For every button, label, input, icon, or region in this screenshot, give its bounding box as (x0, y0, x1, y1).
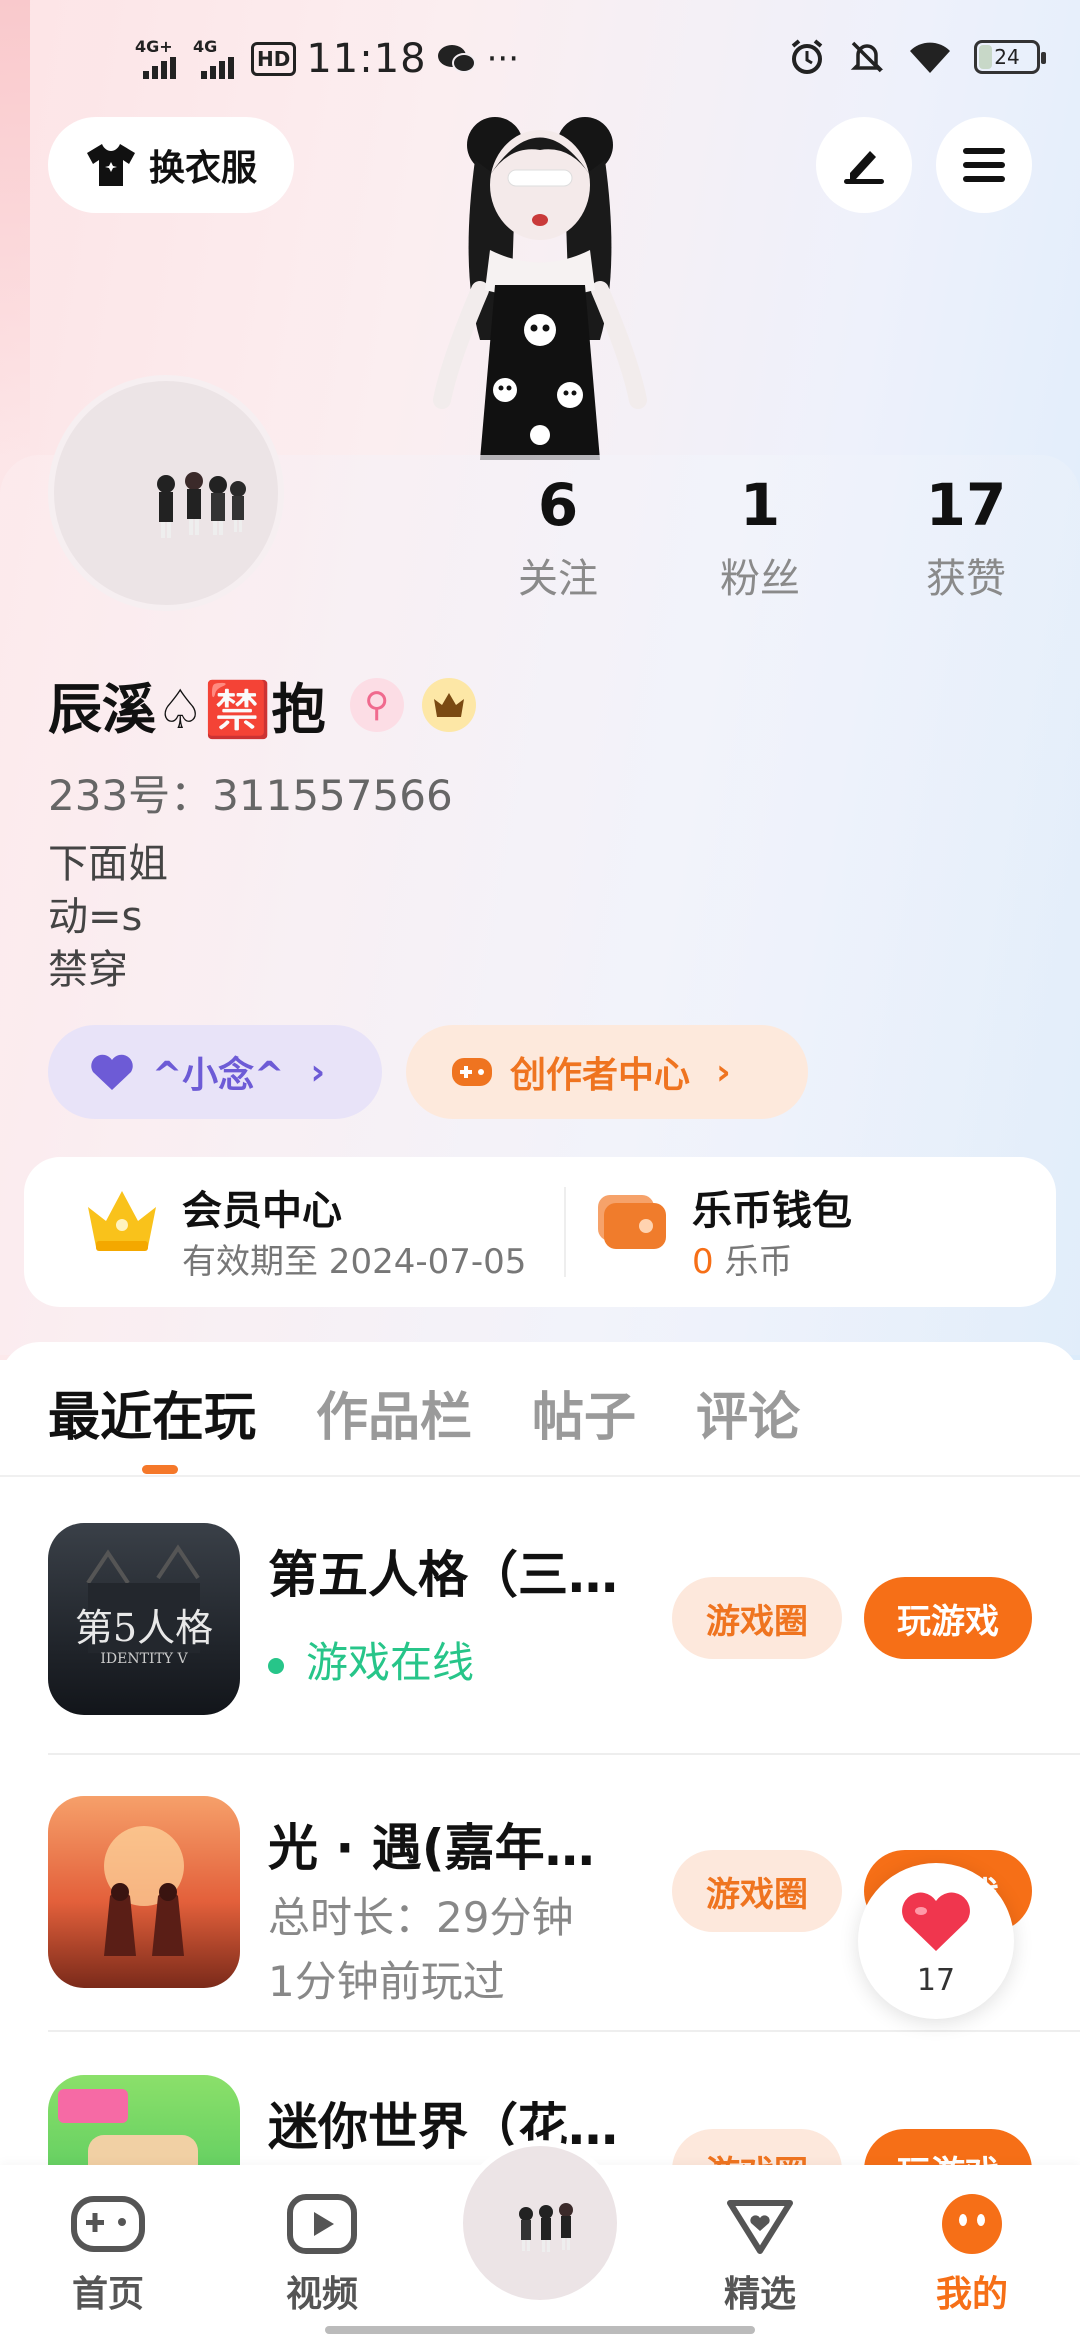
username-row: 辰溪♤🈲抱 ⚲ (48, 665, 476, 744)
heart-box-icon (727, 2200, 793, 2254)
signal-icon: 4G+ (135, 39, 183, 79)
game-circle-button[interactable]: 游戏圈 (672, 1577, 842, 1659)
game-circle-button[interactable]: 游戏圈 (672, 1850, 842, 1932)
tshirt-icon (86, 144, 135, 186)
play-game-button[interactable]: 玩游戏 (864, 1577, 1032, 1659)
likes-stat[interactable]: 17 获赞 (886, 470, 1046, 604)
online-status: 游戏在线 (268, 1629, 474, 1690)
user-id: 233号：311557566 (48, 771, 453, 820)
avatar-character[interactable] (420, 90, 660, 460)
divider (0, 1475, 1080, 1477)
game-icon-sky (48, 1796, 240, 1988)
svg-text:IDENTITY V: IDENTITY V (100, 1651, 188, 1667)
heart-icon (91, 1054, 133, 1090)
profile-face-icon (942, 2194, 1002, 2254)
wifi-icon (910, 42, 950, 73)
profile-tabs: 最近在玩 作品栏 帖子 评论 (48, 1375, 800, 1450)
nav-home[interactable]: 首页 (48, 2193, 168, 2317)
battery-icon: 24 (974, 40, 1046, 74)
heart-icon (902, 1892, 970, 1951)
game-row[interactable]: 第5人格 IDENTITY V 第五人格（三… 游戏在线 游戏圈 玩游戏 (48, 1523, 1032, 1723)
svg-text:第5人格: 第5人格 (75, 1606, 213, 1650)
creator-center-pill[interactable]: 创作者中心 › (406, 1025, 808, 1119)
wallet[interactable]: 乐币钱包 0 乐币 (594, 1185, 852, 1287)
member-center[interactable]: 会员中心 有效期至 2024-07-05 (84, 1185, 526, 1287)
divider (48, 1753, 1080, 1755)
wallet-icon (598, 1195, 666, 1249)
hd-voice-icon: HD (251, 42, 297, 76)
nav-video[interactable]: 视频 (262, 2193, 382, 2317)
following-stat[interactable]: 6 关注 (478, 470, 638, 604)
change-outfit-button[interactable]: 换衣服 (48, 117, 294, 213)
gamepad-icon (71, 2196, 145, 2252)
more-notifications: ··· (486, 39, 520, 79)
divider (564, 1187, 566, 1277)
nav-avatar-button[interactable] (457, 2140, 623, 2306)
divider (48, 2030, 1080, 2032)
status-bar: 4G+ 4G HD 11:18 ··· 24 (0, 28, 1080, 88)
tab-comments[interactable]: 评论 (696, 1375, 800, 1450)
chevron-right-icon: › (310, 1051, 326, 1093)
chevron-right-icon: › (716, 1051, 731, 1093)
crown-icon (88, 1191, 156, 1251)
tab-posts[interactable]: 帖子 (532, 1375, 636, 1450)
menu-button[interactable] (936, 117, 1032, 213)
bio: 下面姐 动=s 禁穿 (48, 841, 168, 993)
nav-featured[interactable]: 精选 (700, 2193, 820, 2317)
clock: 11:18 (306, 36, 427, 82)
female-icon: ⚲ (349, 677, 404, 732)
edit-profile-button[interactable] (816, 117, 912, 213)
mute-icon (850, 41, 884, 73)
avatar-group-figures (157, 472, 246, 538)
online-dot-icon (268, 1657, 284, 1674)
wechat-icon (437, 45, 476, 73)
signal-icon-2: 4G (193, 39, 241, 79)
username: 辰溪♤🈲抱 (48, 678, 326, 741)
alarm-icon (791, 39, 823, 74)
member-card: 会员中心 有效期至 2024-07-05 乐币钱包 0 乐币 (24, 1157, 1056, 1307)
video-icon (287, 2194, 357, 2254)
pencil-icon (844, 151, 884, 184)
avatar[interactable] (48, 375, 284, 611)
home-indicator[interactable] (325, 2326, 755, 2334)
tab-recent-play[interactable]: 最近在玩 (48, 1375, 256, 1450)
hamburger-icon (963, 148, 1005, 182)
friend-pill[interactable]: ^小念^ › (48, 1025, 382, 1119)
tab-works[interactable]: 作品栏 (316, 1375, 472, 1450)
nav-mine[interactable]: 我的 (912, 2193, 1032, 2317)
gamepad-icon (452, 1058, 492, 1086)
crown-badge-icon[interactable] (421, 677, 476, 732)
tab-indicator (142, 1465, 178, 1474)
game-icon-identity-v: 第5人格 IDENTITY V (48, 1523, 240, 1715)
like-float-button[interactable]: 17 (858, 1863, 1014, 2019)
followers-stat[interactable]: 1 粉丝 (680, 470, 840, 604)
